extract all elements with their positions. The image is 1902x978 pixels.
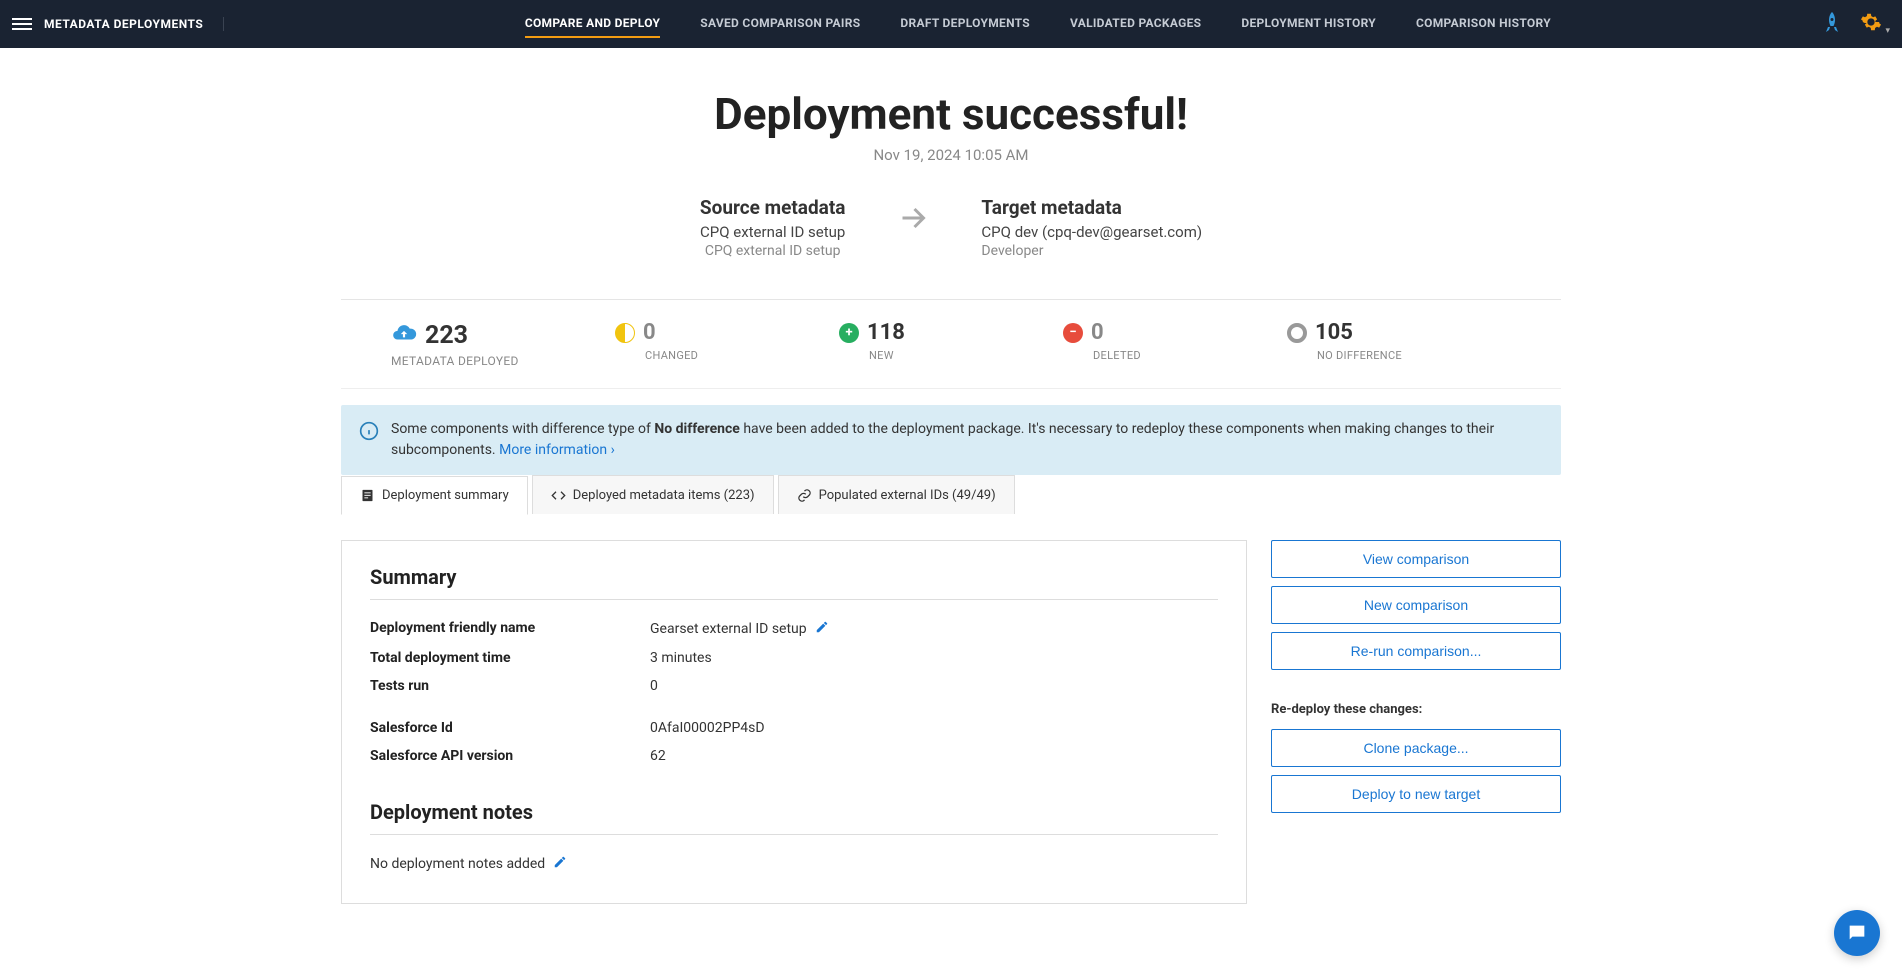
stat-new: +118 NEW [839,320,1063,368]
summary-heading: Summary [370,565,1218,600]
code-icon [551,488,566,503]
kv-api-key: Salesforce API version [370,748,650,764]
kv-api-val: 62 [650,748,666,764]
tab-items-label: Deployed metadata items (223) [573,488,755,503]
info-banner: Some components with difference type of … [341,405,1561,475]
notes-heading: Deployment notes [370,800,1218,835]
link-icon [797,488,812,503]
stat-changed-label: CHANGED [645,349,839,362]
nodiff-icon [1287,323,1307,343]
cloud-upload-icon [391,320,417,350]
stat-deleted-value: 0 [1091,320,1104,345]
deploy-new-target-button[interactable]: Deploy to new target [1271,775,1561,813]
stat-nodiff-label: NO DIFFERENCE [1317,349,1511,362]
arrow-right-icon [895,200,931,240]
info-icon [359,421,379,448]
source-detail: CPQ external ID setup [700,243,846,259]
nav-tabs: COMPARE AND DEPLOY SAVED COMPARISON PAIR… [254,10,1821,38]
rerun-comparison-button[interactable]: Re-run comparison... [1271,632,1561,670]
stat-nodiff: 105 NO DIFFERENCE [1287,320,1511,368]
tab-external-ids[interactable]: Populated external IDs (49/49) [778,475,1015,514]
target-name: CPQ dev (cpq-dev@gearset.com) [981,223,1202,241]
topbar: METADATA DEPLOYMENTS COMPARE AND DEPLOY … [0,0,1902,48]
chat-icon[interactable] [1834,910,1880,956]
tab-summary-label: Deployment summary [382,488,509,503]
deleted-icon: − [1063,323,1083,343]
tab-compare-deploy[interactable]: COMPARE AND DEPLOY [525,10,660,38]
banner-text-pre: Some components with difference type of [391,421,654,437]
banner-bold: No difference [654,421,740,437]
stat-new-value: 118 [867,320,905,345]
target-heading: Target metadata [981,196,1202,219]
clone-package-button[interactable]: Clone package... [1271,729,1561,767]
stat-deleted-label: DELETED [1093,349,1287,362]
tab-validated-packages[interactable]: VALIDATED PACKAGES [1070,10,1201,38]
edit-notes-icon[interactable] [553,855,567,873]
edit-name-icon[interactable] [815,620,829,638]
tab-deployment-history[interactable]: DEPLOYMENT HISTORY [1241,10,1376,38]
summary-icon [360,488,375,503]
side-actions: View comparison New comparison Re-run co… [1271,540,1561,904]
notes-text: No deployment notes added [370,856,545,872]
stat-changed-value: 0 [643,320,656,345]
source-heading: Source metadata [700,196,846,219]
tab-saved-pairs[interactable]: SAVED COMPARISON PAIRS [700,10,860,38]
menu-icon[interactable] [12,14,32,34]
kv-friendly-name-val: Gearset external ID setup [650,621,807,637]
new-icon: + [839,323,859,343]
stat-deployed-label: METADATA DEPLOYED [391,354,615,368]
source-name: CPQ external ID setup [700,223,846,241]
tab-deployed-items[interactable]: Deployed metadata items (223) [532,475,774,514]
banner-more-info-link[interactable]: More information › [499,442,615,458]
stats-bar: 223 METADATA DEPLOYED 0 CHANGED +118 NEW… [341,299,1561,389]
tab-deployment-summary[interactable]: Deployment summary [341,476,528,515]
tab-draft-deployments[interactable]: DRAFT DEPLOYMENTS [900,10,1030,38]
stat-nodiff-value: 105 [1315,320,1353,345]
summary-panel: Summary Deployment friendly nameGearset … [341,540,1247,904]
app-name: METADATA DEPLOYMENTS [44,17,224,31]
kv-tests-run-val: 0 [650,678,658,694]
stat-deployed-value: 223 [425,321,468,350]
new-comparison-button[interactable]: New comparison [1271,586,1561,624]
tab-comparison-history[interactable]: COMPARISON HISTORY [1416,10,1551,38]
kv-sfid-key: Salesforce Id [370,720,650,736]
deployment-timestamp: Nov 19, 2024 10:05 AM [341,146,1561,164]
redeploy-label: Re-deploy these changes: [1271,702,1561,717]
kv-tests-run-key: Tests run [370,678,650,694]
source-target-row: Source metadata CPQ external ID setup CP… [341,196,1561,259]
kv-friendly-name-key: Deployment friendly name [370,620,650,638]
changed-icon [615,323,635,343]
kv-total-time-val: 3 minutes [650,650,712,666]
kv-total-time-key: Total deployment time [370,650,650,666]
settings-icon[interactable]: ▾ [1860,11,1891,37]
stat-deployed: 223 METADATA DEPLOYED [391,320,615,368]
rocket-icon[interactable] [1822,10,1842,38]
source-metadata: Source metadata CPQ external ID setup CP… [700,196,846,259]
stat-deleted: −0 DELETED [1063,320,1287,368]
tab-extids-label: Populated external IDs (49/49) [819,488,996,503]
page-title: Deployment successful! [341,88,1561,140]
target-detail: Developer [981,243,1202,259]
view-comparison-button[interactable]: View comparison [1271,540,1561,578]
content-tabs: Deployment summary Deployed metadata ite… [341,475,1561,514]
kv-sfid-val: 0AfaI00002PP4sD [650,720,765,736]
stat-new-label: NEW [869,349,1063,362]
target-metadata: Target metadata CPQ dev (cpq-dev@gearset… [981,196,1202,259]
stat-changed: 0 CHANGED [615,320,839,368]
